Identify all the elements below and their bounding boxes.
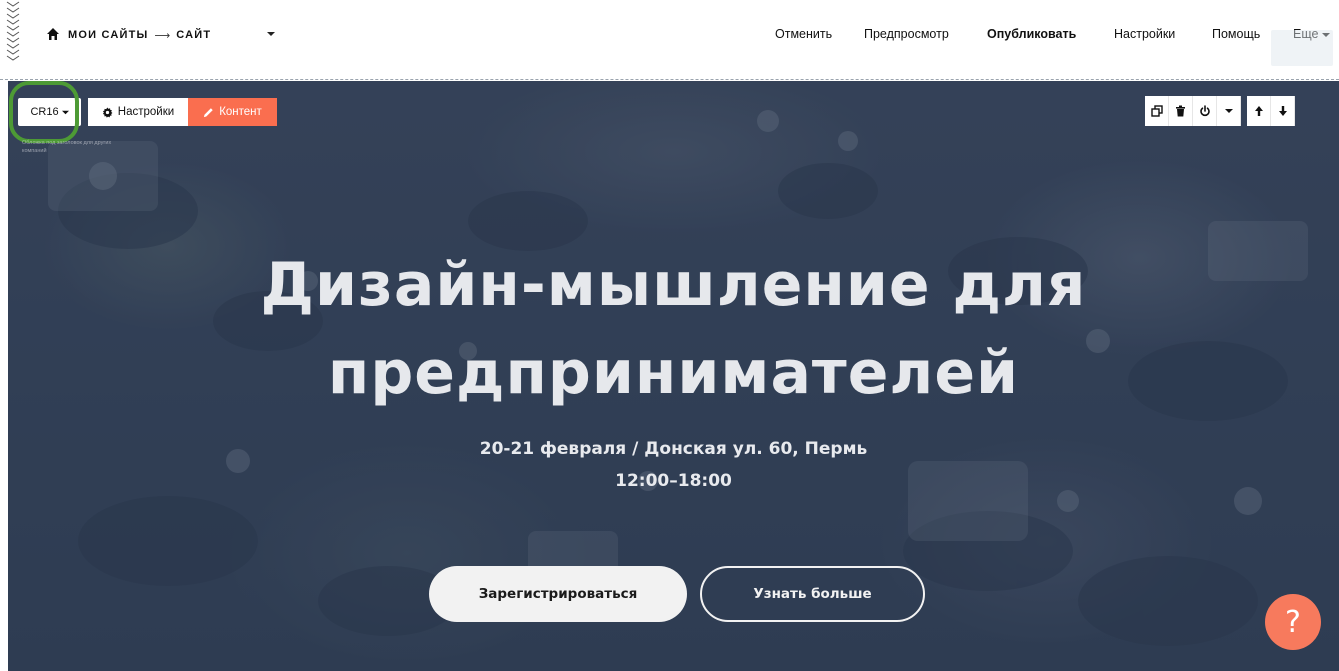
block-settings-label: Настройки xyxy=(117,106,175,118)
question-icon: ? xyxy=(1285,604,1301,640)
block-content-label: Контент xyxy=(219,106,262,118)
block-content-button[interactable]: Контент xyxy=(188,98,277,126)
arrow-down-icon xyxy=(1278,106,1287,116)
move-up-button[interactable] xyxy=(1247,96,1271,126)
hero-title-line-1: Дизайн-мышление для xyxy=(260,250,1087,320)
hero-subtitle: 20-21 февраля / Донская ул. 60, Пермь 12… xyxy=(8,433,1339,497)
caret-down-icon xyxy=(1224,109,1233,113)
block-more-dropdown[interactable] xyxy=(1217,96,1241,126)
hero-cover-block: Дизайн-мышление для предпринимателей 20-… xyxy=(8,81,1339,671)
chevron-down-icon xyxy=(61,110,69,114)
block-toolbar xyxy=(1145,96,1295,126)
register-button[interactable]: Зарегистрироваться xyxy=(429,566,687,622)
cancel-button[interactable]: Отменить xyxy=(775,27,832,43)
gear-icon xyxy=(102,106,113,118)
arrow-up-icon xyxy=(1254,106,1263,116)
move-down-button[interactable] xyxy=(1271,96,1295,126)
breadcrumb: МОИ САЙТЫ ⟶ САЙТ xyxy=(68,27,211,43)
learn-more-button[interactable]: Узнать больше xyxy=(700,566,925,622)
breadcrumb-my-sites[interactable]: МОИ САЙТЫ xyxy=(68,29,149,41)
toggle-visibility-button[interactable] xyxy=(1193,96,1217,126)
block-code-dropdown[interactable]: CR16 xyxy=(18,98,81,126)
delete-button[interactable] xyxy=(1169,96,1193,126)
hero-date-location: 20-21 февраля / Донская ул. 60, Пермь xyxy=(479,439,868,459)
help-chat-button[interactable]: ? xyxy=(1265,594,1321,650)
hero-time: 12:00–18:00 xyxy=(615,471,732,491)
duplicate-icon xyxy=(1150,105,1163,117)
zigzag-decoration xyxy=(6,1,20,61)
settings-button[interactable]: Настройки xyxy=(1114,27,1175,43)
breadcrumb-separator: ⟶ xyxy=(154,29,171,42)
home-icon[interactable] xyxy=(46,27,60,41)
help-link[interactable]: Помощь xyxy=(1212,27,1260,43)
block-hint-text: Обложка под заголовок для других компани… xyxy=(22,140,112,154)
hero-title-line-2: предпринимателей xyxy=(327,338,1020,408)
trash-icon xyxy=(1176,105,1185,117)
editor-topbar: МОИ САЙТЫ ⟶ САЙТ Отменить Предпросмотр О… xyxy=(0,0,1339,80)
preview-button[interactable]: Предпросмотр xyxy=(864,27,949,43)
block-code-label: CR16 xyxy=(30,106,59,118)
block-settings-button[interactable]: Настройки xyxy=(88,98,188,126)
pencil-icon xyxy=(204,107,213,117)
publish-button[interactable]: Опубликовать xyxy=(987,27,1076,43)
hero-title: Дизайн-мышление для предпринимателей xyxy=(8,241,1339,417)
breadcrumb-site[interactable]: САЙТ xyxy=(176,29,211,41)
ghost-overlay xyxy=(1271,30,1333,66)
power-icon xyxy=(1199,105,1210,117)
duplicate-button[interactable] xyxy=(1145,96,1169,126)
chevron-down-icon[interactable] xyxy=(266,29,276,39)
